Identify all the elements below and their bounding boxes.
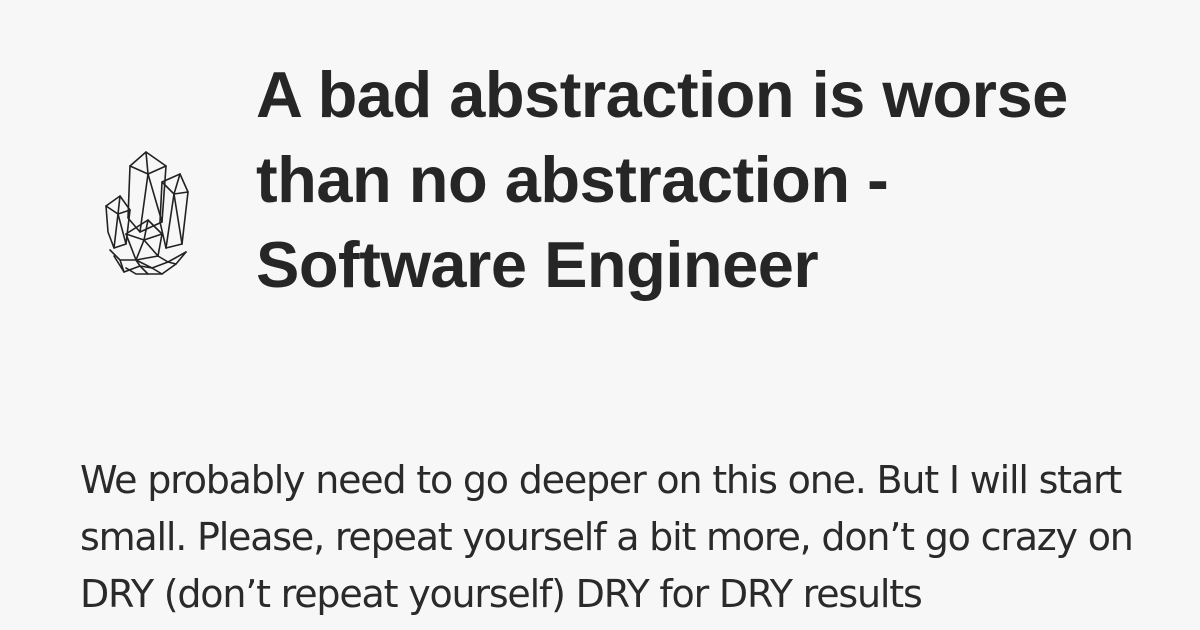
- article-excerpt: We probably need to go deeper on this on…: [80, 458, 1134, 616]
- crystal-cluster-icon: [96, 148, 196, 276]
- page-title: A bad abstraction is worse than no abstr…: [256, 58, 1068, 301]
